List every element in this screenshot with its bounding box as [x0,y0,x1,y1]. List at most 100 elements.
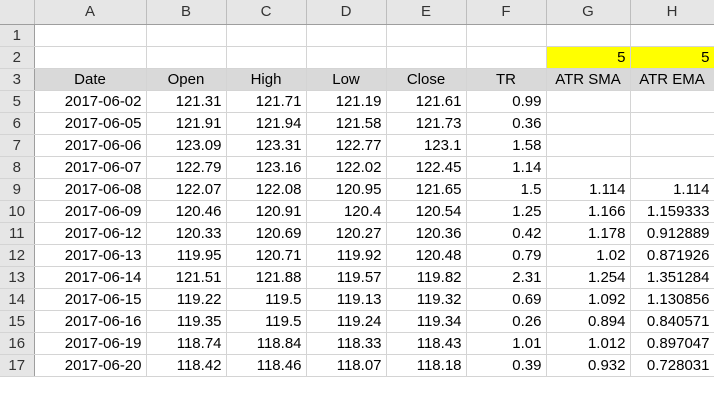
cell-f[interactable] [466,46,547,69]
cell-b[interactable]: 121.51 [146,266,227,289]
cell-b[interactable]: 119.22 [146,288,227,311]
cell-d[interactable]: 121.19 [306,90,387,113]
cell-c[interactable]: 119.5 [226,288,307,311]
cell-h[interactable]: 0.728031 [630,354,714,377]
cell-c[interactable]: 120.69 [226,222,307,245]
cell-c[interactable]: 123.31 [226,134,307,157]
cell-g[interactable]: 0.932 [546,354,631,377]
cell-a[interactable]: 2017-06-13 [34,244,147,267]
cell-e[interactable] [386,46,467,69]
cell-a[interactable]: Date [34,68,147,91]
cell-h[interactable]: 1.114 [630,178,714,201]
row-header[interactable]: 3 [0,68,35,91]
cell-f[interactable] [466,24,547,47]
cell-a[interactable]: 2017-06-06 [34,134,147,157]
cell-g[interactable] [546,112,631,135]
row-header[interactable]: 8 [0,156,35,179]
row-header[interactable]: 15 [0,310,35,333]
spreadsheet-grid[interactable]: A B C D E F G H 1 2 5 5 3 Date Open High Low Clos… [0,0,714,377]
cell-g[interactable]: 5 [546,46,631,69]
cell-b[interactable]: 123.09 [146,134,227,157]
cell-f[interactable]: 1.58 [466,134,547,157]
row-header[interactable]: 16 [0,332,35,355]
cell-b[interactable]: 121.91 [146,112,227,135]
cell-a[interactable]: 2017-06-19 [34,332,147,355]
cell-g[interactable]: 0.894 [546,310,631,333]
cell-c[interactable]: 121.94 [226,112,307,135]
cell-h[interactable]: 0.840571 [630,310,714,333]
column-header-a[interactable]: A [34,0,147,25]
cell-e[interactable]: 121.73 [386,112,467,135]
cell-a[interactable]: 2017-06-08 [34,178,147,201]
cell-a[interactable]: 2017-06-20 [34,354,147,377]
cell-f[interactable]: 1.5 [466,178,547,201]
cell-f[interactable]: 0.26 [466,310,547,333]
cell-h[interactable] [630,112,714,135]
cell-h[interactable]: 1.351284 [630,266,714,289]
cell-c[interactable]: 120.71 [226,244,307,267]
row-header[interactable]: 5 [0,90,35,113]
cell-a[interactable]: 2017-06-16 [34,310,147,333]
cell-f[interactable]: 1.14 [466,156,547,179]
cell-f[interactable]: 0.99 [466,90,547,113]
row-header[interactable]: 10 [0,200,35,223]
cell-h[interactable]: 0.912889 [630,222,714,245]
cell-b[interactable] [146,46,227,69]
cell-a[interactable]: 2017-06-07 [34,156,147,179]
column-header-f[interactable]: F [466,0,547,25]
cell-b[interactable]: 121.31 [146,90,227,113]
cell-e[interactable]: 123.1 [386,134,467,157]
cell-c[interactable]: 118.84 [226,332,307,355]
cell-d[interactable]: 120.4 [306,200,387,223]
cell-b[interactable]: 122.79 [146,156,227,179]
cell-a[interactable] [34,24,147,47]
cell-g[interactable]: 1.092 [546,288,631,311]
cell-a[interactable]: 2017-06-09 [34,200,147,223]
cell-h[interactable]: 1.130856 [630,288,714,311]
cell-c[interactable] [226,46,307,69]
cell-f[interactable]: 0.69 [466,288,547,311]
cell-c[interactable]: 121.88 [226,266,307,289]
cell-e[interactable]: 121.65 [386,178,467,201]
cell-c[interactable] [226,24,307,47]
cell-a[interactable]: 2017-06-15 [34,288,147,311]
cell-c[interactable]: 121.71 [226,90,307,113]
row-header[interactable]: 6 [0,112,35,135]
cell-e[interactable]: Close [386,68,467,91]
column-header-e[interactable]: E [386,0,467,25]
cell-c[interactable]: 118.46 [226,354,307,377]
cell-d[interactable]: 119.24 [306,310,387,333]
cell-e[interactable]: 121.61 [386,90,467,113]
cell-c[interactable]: 120.91 [226,200,307,223]
cell-e[interactable]: 118.43 [386,332,467,355]
cell-e[interactable] [386,24,467,47]
cell-b[interactable]: 118.42 [146,354,227,377]
cell-d[interactable]: 119.57 [306,266,387,289]
cell-b[interactable]: Open [146,68,227,91]
cell-h[interactable]: ATR EMA [630,68,714,91]
cell-d[interactable]: 122.02 [306,156,387,179]
cell-h[interactable]: 5 [630,46,714,69]
row-header[interactable]: 13 [0,266,35,289]
cell-b[interactable] [146,24,227,47]
cell-e[interactable]: 119.32 [386,288,467,311]
row-header[interactable]: 11 [0,222,35,245]
cell-e[interactable]: 119.34 [386,310,467,333]
column-header-b[interactable]: B [146,0,227,25]
cell-f[interactable]: 2.31 [466,266,547,289]
cell-g[interactable]: 1.166 [546,200,631,223]
cell-h[interactable]: 0.871926 [630,244,714,267]
cell-g[interactable]: 1.02 [546,244,631,267]
column-header-g[interactable]: G [546,0,631,25]
cell-a[interactable]: 2017-06-02 [34,90,147,113]
cell-g[interactable] [546,90,631,113]
cell-e[interactable]: 118.18 [386,354,467,377]
cell-b[interactable]: 122.07 [146,178,227,201]
cell-d[interactable]: 121.58 [306,112,387,135]
cell-a[interactable]: 2017-06-12 [34,222,147,245]
row-header[interactable]: 14 [0,288,35,311]
cell-g[interactable]: 1.254 [546,266,631,289]
cell-g[interactable] [546,156,631,179]
cell-d[interactable]: 118.33 [306,332,387,355]
cell-a[interactable]: 2017-06-05 [34,112,147,135]
